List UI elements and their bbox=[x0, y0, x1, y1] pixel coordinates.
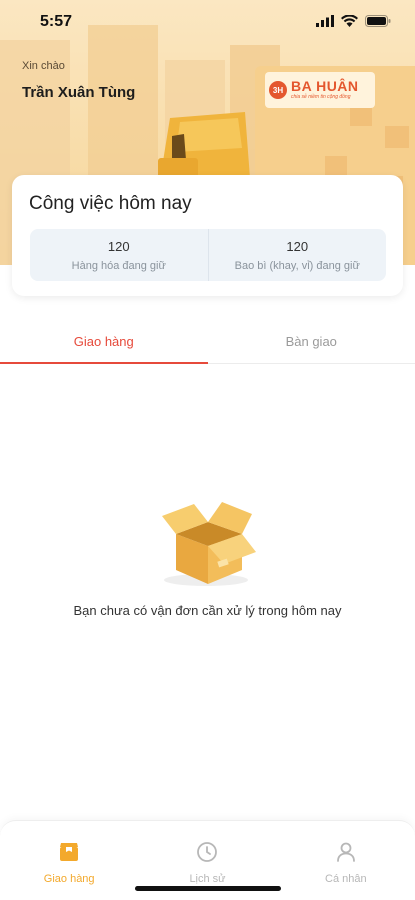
stat-value: 120 bbox=[286, 238, 309, 254]
nav-profile[interactable]: Cá nhân bbox=[277, 821, 415, 900]
greeting-text: Xin chào bbox=[22, 60, 65, 72]
stat-packaging-held[interactable]: 120 Bao bì (khay, vỉ) đang giữ bbox=[207, 229, 387, 281]
stat-label: Hàng hóa đang giữ bbox=[71, 259, 166, 272]
user-name: Trần Xuân Tùng bbox=[22, 84, 136, 101]
nav-delivery[interactable]: Giao hàng bbox=[0, 821, 138, 900]
stat-goods-held[interactable]: 120 Hàng hóa đang giữ bbox=[30, 229, 208, 281]
nav-label: Lịch sử bbox=[189, 873, 226, 885]
battery-icon bbox=[365, 15, 391, 27]
user-icon bbox=[333, 839, 359, 865]
brand-sign: 3H BA HUÂN chia sẻ niềm tin cộng đồng bbox=[265, 72, 375, 108]
tab-bar: Giao hàng Bàn giao bbox=[0, 318, 415, 364]
open-box-icon bbox=[162, 502, 256, 586]
delivery-box-icon bbox=[56, 839, 82, 865]
stat-value: 120 bbox=[107, 238, 130, 254]
brand-name: BA HUÂN bbox=[291, 78, 359, 94]
today-work-card: Công việc hôm nay 120 Hàng hóa đang giữ … bbox=[12, 175, 403, 296]
status-bar: 5:57 bbox=[0, 0, 415, 44]
clock-icon bbox=[194, 839, 220, 865]
work-card-title: Công việc hôm nay bbox=[29, 193, 192, 214]
home-indicator bbox=[135, 886, 281, 891]
stats-panel: 120 Hàng hóa đang giữ 120 Bao bì (khay, … bbox=[30, 229, 386, 281]
stat-label: Bao bì (khay, vỉ) đang giữ bbox=[234, 259, 360, 272]
tab-delivery[interactable]: Giao hàng bbox=[0, 318, 208, 364]
brand-logo-icon: 3H bbox=[269, 81, 287, 99]
status-time: 5:57 bbox=[40, 13, 73, 30]
empty-state-message: Bạn chưa có vận đơn cần xử lý trong hôm … bbox=[73, 603, 342, 618]
nav-label: Giao hàng bbox=[43, 873, 95, 885]
tab-handover[interactable]: Bàn giao bbox=[208, 318, 415, 363]
brand-slogan: chia sẻ niềm tin cộng đồng bbox=[291, 94, 351, 100]
signal-icon bbox=[316, 15, 334, 27]
wifi-icon bbox=[341, 15, 358, 27]
nav-label: Cá nhân bbox=[325, 873, 367, 885]
